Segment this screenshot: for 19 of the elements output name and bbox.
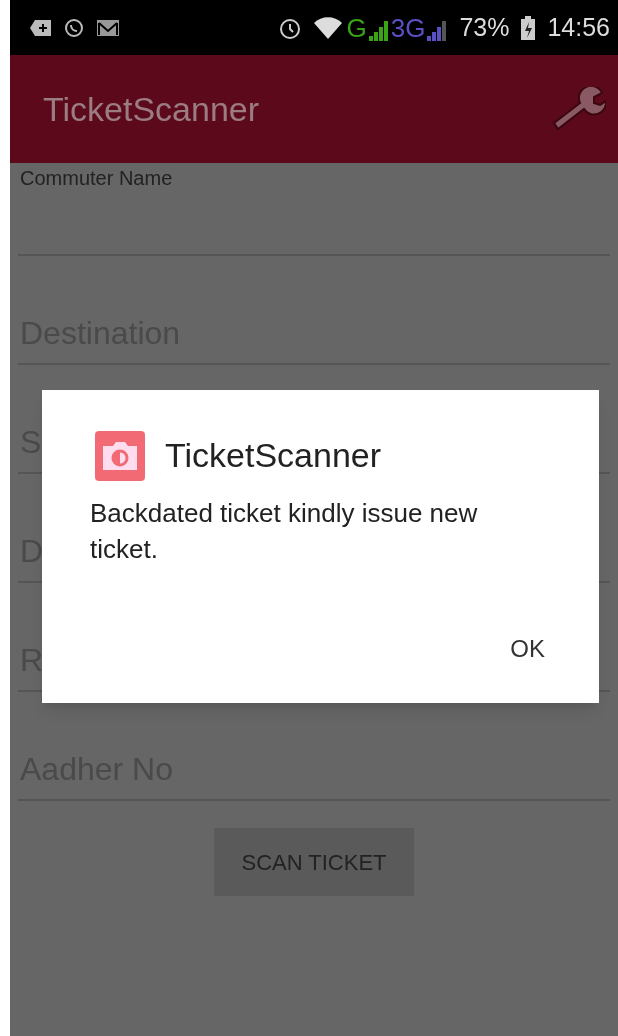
field-label: Commuter Name: [19, 166, 174, 191]
dialog-message: Backdated ticket kindly issue new ticket.: [90, 497, 479, 566]
chat-icon: [64, 17, 84, 38]
scan-ticket-button[interactable]: SCAN TICKET: [214, 828, 414, 896]
app-title: TicketScanner: [43, 88, 260, 130]
camera-icon: [95, 430, 145, 481]
notification-icon: [30, 18, 52, 37]
ok-button[interactable]: OK: [506, 631, 549, 667]
network-type-label: G: [346, 14, 367, 41]
battery-charging-icon: [521, 15, 536, 40]
signal-icon: [427, 20, 448, 41]
mail-icon: [96, 18, 120, 37]
wrench-icon[interactable]: [550, 87, 606, 131]
battery-percentage: 73%: [459, 11, 510, 43]
network-type-label: 3G: [390, 14, 426, 41]
clock-time: 14:56: [547, 11, 610, 43]
wifi-icon: [314, 16, 343, 39]
dialog-title: TicketScanner: [165, 435, 382, 476]
signal-icon: [368, 20, 389, 41]
